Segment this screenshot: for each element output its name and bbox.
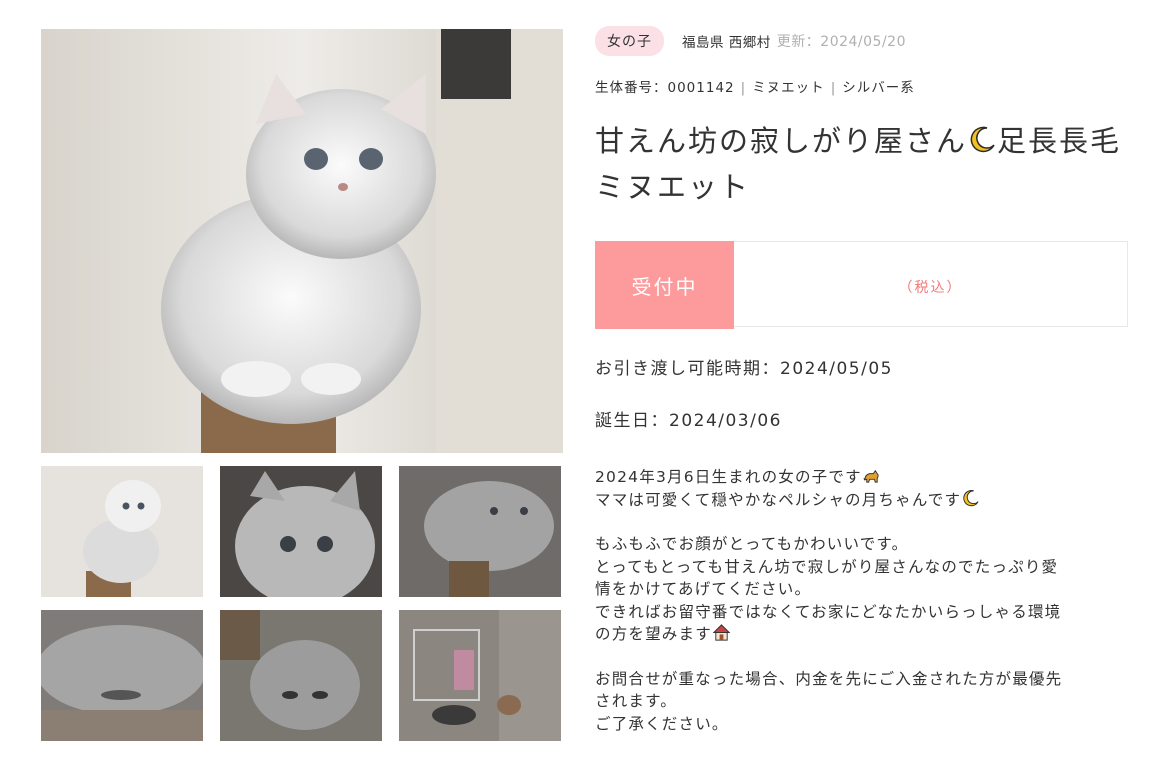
desc-line: の方を望みます (595, 625, 712, 643)
title-part1: 甘えん坊の寂しがり屋さん (595, 124, 968, 158)
separator: | (740, 80, 747, 96)
thumbnail-1[interactable] (41, 466, 203, 597)
breed: ミヌエット (752, 80, 825, 96)
desc-line: とってもとっても甘えん坊で寂しがり屋さんなのでたっぷり愛 (595, 557, 1059, 576)
desc-line: ご了承ください。 (595, 714, 729, 733)
description-paragraph: 2024年3月6日生まれの女の子です ママは可愛くて穏やかなペルシャの月ちゃんで… (595, 466, 1115, 511)
status-button[interactable]: 受付中 (595, 241, 734, 329)
thumbnail-5[interactable] (220, 610, 382, 741)
desc-line: 情をかけてあげてください。 (595, 580, 812, 598)
desc-line: 2024年3月6日生まれの女の子です (595, 468, 862, 486)
crescent-moon-icon (963, 489, 979, 506)
location: 福島県 西郷村 (682, 35, 771, 51)
separator: | (830, 80, 837, 96)
coat-color: シルバー系 (842, 80, 915, 96)
thumbnail-4[interactable] (41, 610, 203, 741)
price-box: 受付中 （税込） (595, 241, 1128, 329)
desc-line: ママは可愛くて穏やかなペルシャの月ちゃんです (595, 490, 962, 509)
animal-id: 生体番号：0001142 (595, 80, 735, 96)
birth-date: 誕生日：2024/03/06 (595, 411, 782, 431)
cat-icon (863, 469, 879, 483)
updated-date: 更新：2024/05/20 (776, 34, 906, 50)
delivery-date: お引き渡し可能時期：2024/05/05 (595, 359, 893, 379)
thumbnail-6[interactable] (399, 610, 561, 741)
meta-row: 女の子 福島県 西郷村 更新：2024/05/20 (595, 26, 1130, 56)
listing-info: 女の子 福島県 西郷村 更新：2024/05/20 生体番号：0001142 | ミ… (595, 26, 1130, 733)
thumbnail-2[interactable] (220, 466, 382, 597)
page-title: 甘えん坊の寂しがり屋さん 足長長毛ミヌエット (595, 118, 1125, 210)
crescent-moon-icon (970, 126, 995, 153)
desc-line: お問合せが重なった場合、内金を先にご入金された方が最優先 (595, 669, 1063, 688)
gender-badge: 女の子 (595, 26, 664, 56)
thumbnail-3[interactable] (399, 466, 561, 597)
desc-line: できればお留守番ではなくてお家にどなたかいらっしゃる環境 (595, 602, 1062, 621)
description: 2024年3月6日生まれの女の子です ママは可愛くて穏やかなペルシャの月ちゃんで… (595, 466, 1115, 757)
house-icon (712, 624, 731, 641)
tax-note: （税込） (898, 280, 963, 296)
description-paragraph: お問合せが重なった場合、内金を先にご入金された方が最優先 されます。 ご了承くだ… (595, 668, 1115, 736)
desc-line: もふもふでお顔がとってもかわいいです。 (595, 535, 909, 553)
desc-line: されます。 (595, 692, 677, 710)
main-kitten-photo[interactable] (41, 29, 563, 453)
id-row: 生体番号：0001142 | ミヌエット | シルバー系 (595, 76, 1130, 96)
description-paragraph: もふもふでお顔がとってもかわいいです。 とってもとっても甘えん坊で寂しがり屋さん… (595, 533, 1115, 646)
